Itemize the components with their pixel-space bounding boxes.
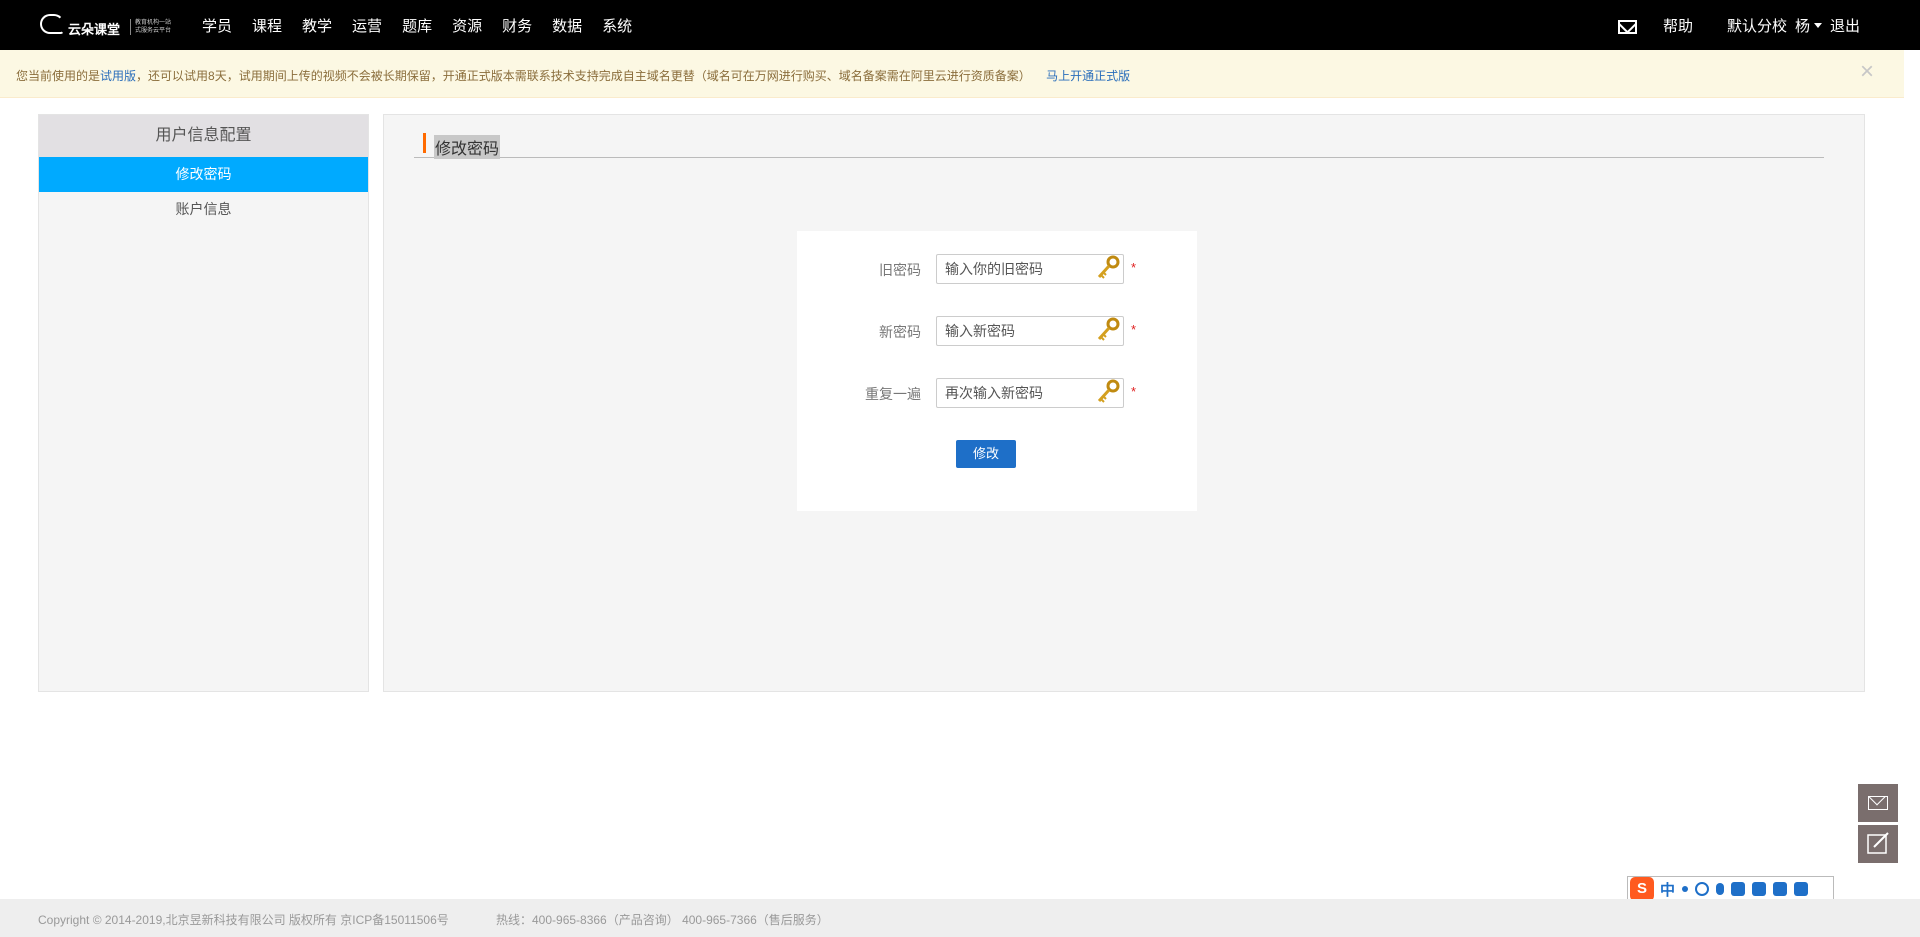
nav-item-courses[interactable]: 课程 bbox=[252, 15, 282, 36]
new-password-row: 新密码 * bbox=[797, 316, 1197, 346]
repeat-password-label: 重复一遍 bbox=[865, 386, 921, 402]
edit-icon bbox=[1867, 832, 1889, 854]
toolbox-icon[interactable] bbox=[1794, 882, 1809, 896]
cloud-logo-icon bbox=[38, 10, 76, 38]
key-icon bbox=[1097, 317, 1120, 341]
key-icon bbox=[1097, 379, 1120, 403]
trial-notice: 您当前使用的是试用版，还可以试用8天，试用期间上传的视频不会被长期保留，开通正式… bbox=[0, 50, 1904, 98]
submit-button[interactable]: 修改 bbox=[956, 440, 1016, 468]
ime-lang-toggle[interactable]: 中 bbox=[1660, 879, 1675, 900]
header-right: 帮助 默认分校 杨 退出 bbox=[1617, 0, 1860, 50]
skin-icon[interactable] bbox=[1773, 882, 1788, 896]
old-password-row: 旧密码 * bbox=[797, 254, 1197, 284]
float-message-button[interactable] bbox=[1858, 784, 1898, 822]
page-title: 修改密码 bbox=[434, 135, 501, 159]
password-form: 旧密码 * 新密码 * 重复一遍 * 修改 bbox=[797, 231, 1197, 511]
required-mark: * bbox=[1131, 384, 1137, 399]
sogou-logo-icon[interactable]: S bbox=[1630, 877, 1654, 901]
brand-logo[interactable]: 云朵课堂 教育机构一站 式服务云平台 bbox=[38, 10, 171, 38]
panel-header: 修改密码 bbox=[414, 123, 1824, 159]
nav-item-teaching[interactable]: 教学 bbox=[302, 15, 332, 36]
sidebar-title: 用户信息配置 bbox=[39, 115, 368, 157]
brand-tagline-line1: 教育机构一站 bbox=[135, 20, 172, 26]
nav-item-finance[interactable]: 财务 bbox=[502, 15, 532, 36]
hotline-text: 热线：400-965-8366（产品咨询） 400-965-7366（售后服务） bbox=[496, 913, 829, 927]
nav-item-students[interactable]: 学员 bbox=[202, 15, 232, 36]
repeat-password-row: 重复一遍 * bbox=[797, 378, 1197, 408]
required-mark: * bbox=[1131, 260, 1137, 275]
chevron-down-icon[interactable] bbox=[1813, 22, 1822, 28]
new-password-label: 新密码 bbox=[879, 324, 921, 340]
main-nav: 学员 课程 教学 运营 题库 资源 财务 数据 系统 bbox=[202, 0, 652, 50]
emoji-icon[interactable] bbox=[1695, 882, 1710, 896]
help-link[interactable]: 帮助 bbox=[1663, 15, 1693, 36]
brand-tagline: 教育机构一站 式服务云平台 bbox=[130, 19, 171, 35]
top-navbar: 云朵课堂 教育机构一站 式服务云平台 学员 课程 教学 运营 题库 资源 财务 … bbox=[0, 0, 1920, 50]
microphone-icon[interactable] bbox=[1716, 883, 1725, 895]
punctuation-icon[interactable] bbox=[1682, 886, 1689, 892]
logout-link[interactable]: 退出 bbox=[1830, 15, 1860, 36]
nav-item-resources[interactable]: 资源 bbox=[452, 15, 482, 36]
trial-version-link[interactable]: 试用版 bbox=[100, 69, 136, 83]
nav-item-data[interactable]: 数据 bbox=[552, 15, 582, 36]
mail-icon[interactable] bbox=[1617, 19, 1637, 34]
sidebar-item-change-password[interactable]: 修改密码 bbox=[39, 157, 368, 192]
title-accent-bar bbox=[423, 133, 426, 153]
brand-tagline-line2: 式服务云平台 bbox=[135, 28, 172, 34]
user-name[interactable]: 杨 bbox=[1795, 15, 1810, 36]
nav-item-question-bank[interactable]: 题库 bbox=[402, 15, 432, 36]
user-icon[interactable] bbox=[1752, 882, 1767, 896]
float-edit-button[interactable] bbox=[1858, 825, 1898, 863]
open-official-link[interactable]: 马上开通正式版 bbox=[1046, 69, 1130, 83]
page-footer: Copyright © 2014-2019,北京昱新科技有限公司 版权所有 京I… bbox=[0, 899, 1920, 937]
mail-icon bbox=[1868, 796, 1888, 810]
trial-notice-text: 您当前使用的是试用版，还可以试用8天，试用期间上传的视频不会被长期保留，开通正式… bbox=[16, 67, 1130, 84]
nav-item-operations[interactable]: 运营 bbox=[352, 15, 382, 36]
settings-sidebar: 用户信息配置 修改密码 账户信息 bbox=[38, 114, 369, 692]
required-mark: * bbox=[1131, 322, 1137, 337]
old-password-label: 旧密码 bbox=[879, 262, 921, 278]
sidebar-item-account-info[interactable]: 账户信息 bbox=[39, 192, 368, 227]
keyboard-icon[interactable] bbox=[1731, 882, 1746, 896]
notice-prefix: 您当前使用的是 bbox=[16, 69, 101, 83]
key-icon bbox=[1097, 255, 1120, 279]
close-icon[interactable]: × bbox=[1860, 60, 1874, 84]
notice-body: ，还可以试用8天，试用期间上传的视频不会被长期保留，开通正式版本需联系技术支持完… bbox=[136, 69, 1031, 83]
nav-item-system[interactable]: 系统 bbox=[602, 15, 632, 36]
copyright-text: Copyright © 2014-2019,北京昱新科技有限公司 版权所有 京I… bbox=[38, 913, 449, 927]
campus-selector[interactable]: 默认分校 bbox=[1727, 15, 1787, 36]
